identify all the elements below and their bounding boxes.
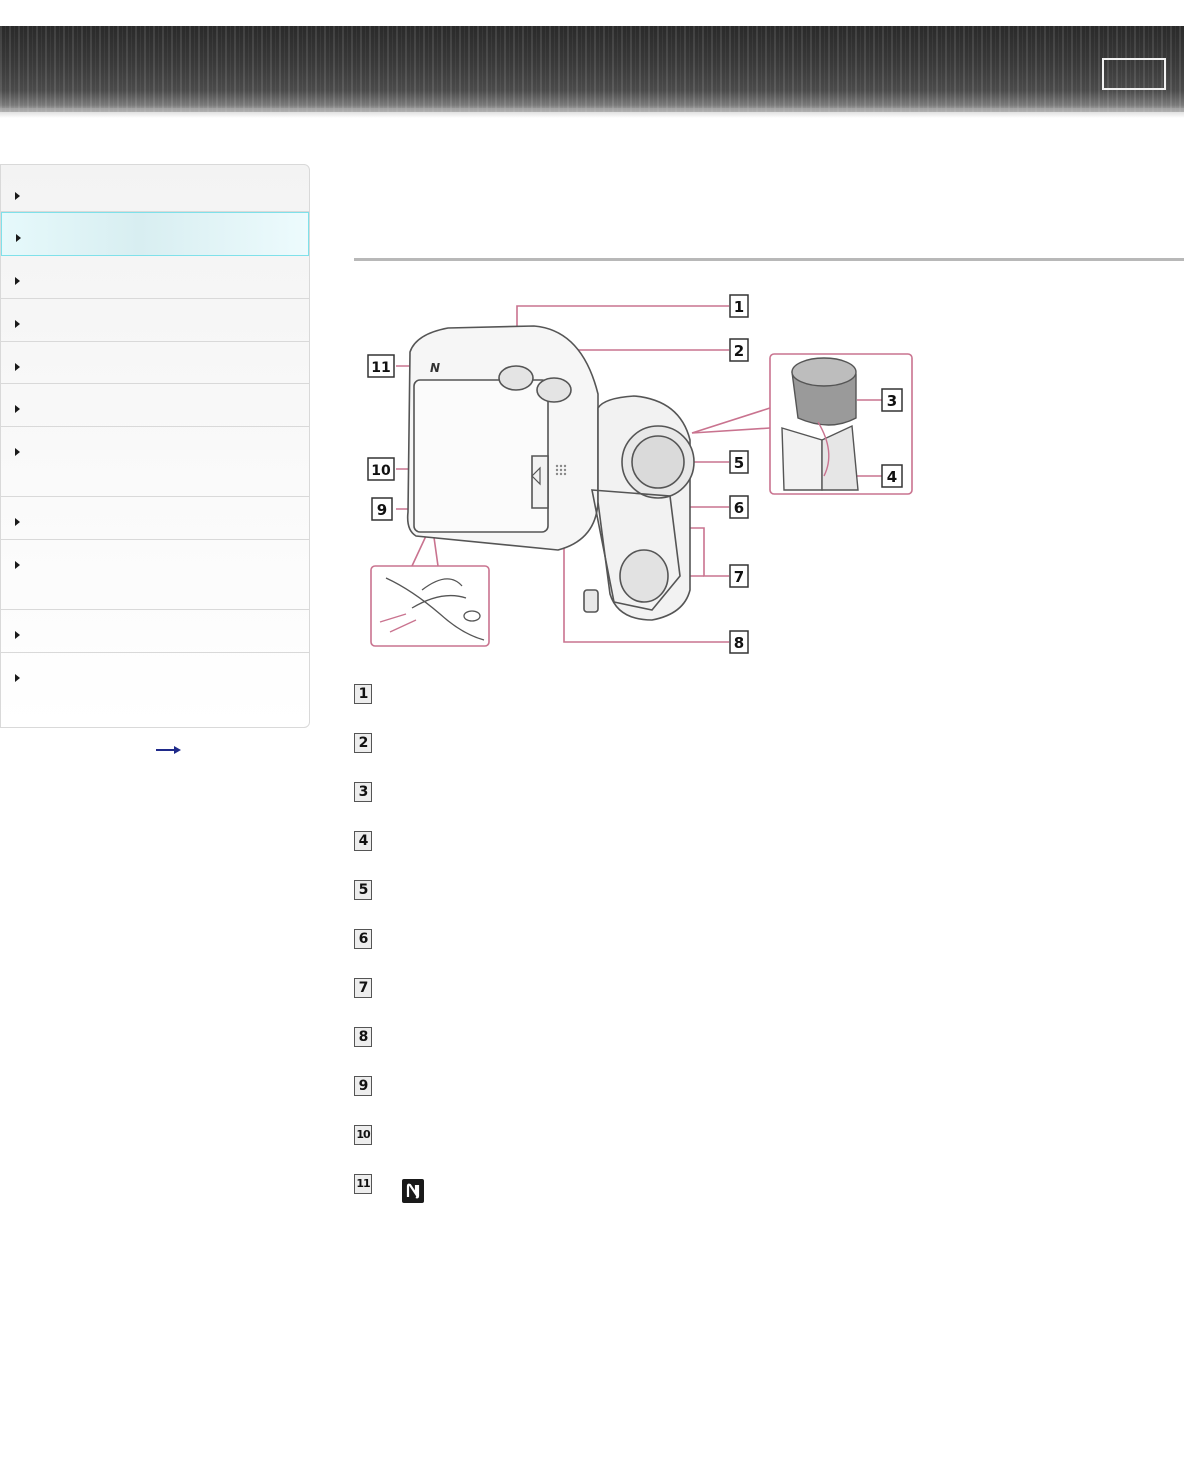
sidebar-item-9[interactable] [1, 540, 309, 610]
part-number: 11 [354, 1174, 372, 1194]
sidebar-item-2[interactable] [1, 212, 309, 256]
sidebar-item-11[interactable] [1, 653, 309, 727]
svg-text:7: 7 [734, 568, 744, 586]
play-arrow-icon [15, 674, 20, 682]
play-arrow-icon [15, 320, 20, 328]
part-number: 3 [354, 782, 372, 802]
svg-text:4: 4 [887, 468, 897, 486]
play-arrow-icon [15, 405, 20, 413]
svg-text:N: N [430, 361, 440, 375]
svg-text:6: 6 [734, 499, 744, 517]
play-arrow-icon [15, 363, 20, 371]
sidebar-item-6[interactable] [1, 384, 309, 427]
play-arrow-icon [15, 561, 20, 569]
svg-text:1: 1 [734, 298, 744, 316]
svg-text:9: 9 [377, 501, 387, 519]
title-divider [354, 258, 1184, 261]
svg-text:2: 2 [734, 342, 744, 360]
nfc-n-mark-icon [402, 1179, 424, 1203]
sidebar-item-8[interactable] [1, 497, 309, 540]
svg-text:10: 10 [371, 463, 391, 479]
svg-text:3: 3 [887, 392, 897, 410]
play-arrow-icon [16, 234, 21, 242]
part-number: 9 [354, 1076, 372, 1096]
part-number: 4 [354, 831, 372, 851]
header-shadow [0, 108, 1184, 118]
part-number: 10 [354, 1125, 372, 1145]
sidebar-item-10[interactable] [1, 610, 309, 653]
part-number: 1 [354, 684, 372, 704]
header-button[interactable] [1102, 58, 1166, 90]
svg-text:8: 8 [734, 634, 744, 652]
part-number: 7 [354, 978, 372, 998]
play-arrow-icon [15, 518, 20, 526]
svg-text:11: 11 [371, 360, 390, 376]
right-arrow-icon[interactable] [156, 744, 182, 756]
part-number: 6 [354, 929, 372, 949]
sidebar-item-4[interactable] [1, 299, 309, 342]
play-arrow-icon [15, 631, 20, 639]
sidebar-item-1[interactable] [1, 165, 309, 212]
part-number: 5 [354, 880, 372, 900]
header-banner [0, 26, 1184, 112]
play-arrow-icon [15, 192, 20, 200]
part-number: 2 [354, 733, 372, 753]
camera-parts-diagram: N 1 2 3 4 5 6 7 8 9 10 11 [367, 294, 913, 654]
sidebar-item-7[interactable] [1, 427, 309, 497]
part-number: 8 [354, 1027, 372, 1047]
play-arrow-icon [15, 277, 20, 285]
sidebar-nav [0, 164, 310, 728]
svg-text:5: 5 [734, 454, 744, 472]
sidebar-item-3[interactable] [1, 256, 309, 299]
sidebar-item-5[interactable] [1, 342, 309, 384]
play-arrow-icon [15, 448, 20, 456]
